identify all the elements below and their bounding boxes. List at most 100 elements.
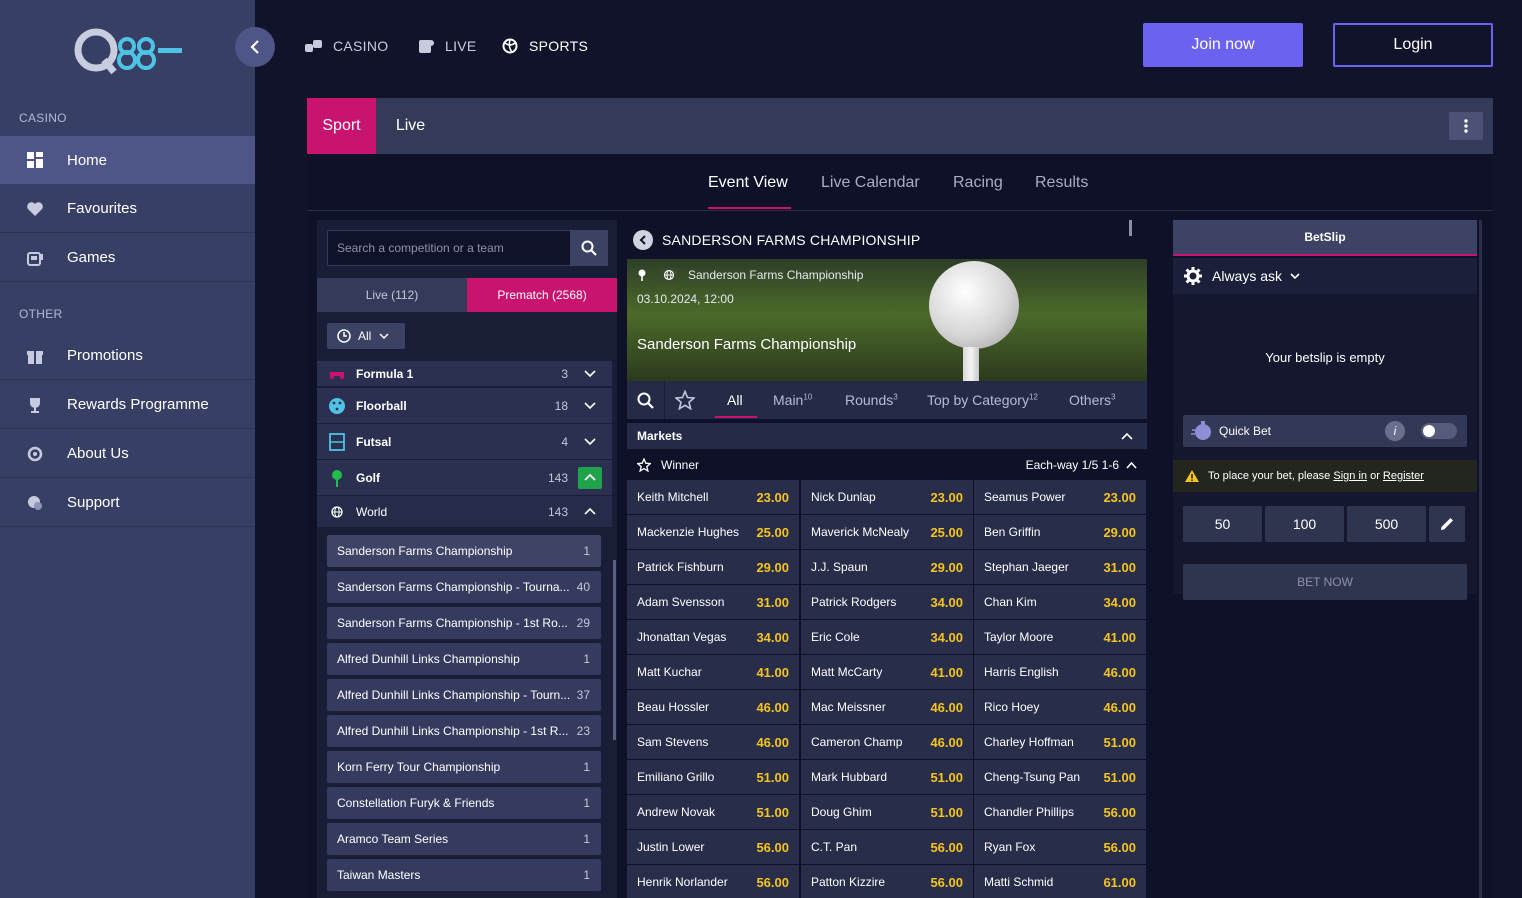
q88-logo[interactable]: [74, 28, 184, 76]
topnav-sports[interactable]: SPORTS: [501, 36, 588, 56]
betslip-tab[interactable]: BetSlip: [1173, 220, 1477, 256]
market-tab-all[interactable]: All: [727, 392, 743, 408]
competition-item[interactable]: Aramco Team Series 1: [327, 823, 601, 855]
odds-selection[interactable]: Charley Hoffman 51.00: [974, 725, 1146, 759]
tab-live-calendar[interactable]: Live Calendar: [821, 174, 920, 192]
star-icon[interactable]: [637, 458, 651, 472]
competition-item[interactable]: Sanderson Farms Championship 1: [327, 535, 601, 567]
topnav-live[interactable]: LIVE: [417, 36, 477, 56]
odds-selection[interactable]: Maverick McNealy 25.00: [801, 515, 973, 549]
odds-selection[interactable]: Ryan Fox 56.00: [974, 830, 1146, 864]
odds-selection[interactable]: Mac Meissner 46.00: [801, 690, 973, 724]
market-tab-top-by-category[interactable]: Top by Category12: [927, 392, 1038, 408]
competition-item[interactable]: Sanderson Farms Championship - Tourna...…: [327, 571, 601, 603]
sport-row-floorball[interactable]: Floorball 18: [317, 388, 612, 424]
odds-selection[interactable]: Doug Ghim 51.00: [801, 795, 973, 829]
stake-50-button[interactable]: 50: [1183, 506, 1262, 542]
odds-selection[interactable]: Matti Schmid 61.00: [974, 865, 1146, 898]
odds-selection[interactable]: Justin Lower 56.00: [627, 830, 799, 864]
sport-row-futsal[interactable]: Futsal 4: [317, 424, 612, 460]
search-button[interactable]: [570, 230, 608, 266]
market-tab-main[interactable]: Main10: [773, 392, 812, 408]
market-search-button[interactable]: [627, 381, 665, 419]
market-tab-rounds[interactable]: Rounds3: [845, 392, 898, 408]
competition-item[interactable]: Alfred Dunhill Links Championship - 1st …: [327, 715, 601, 747]
odds-selection[interactable]: Adam Svensson 31.00: [627, 585, 799, 619]
sidebar-item-support[interactable]: Support: [0, 479, 255, 527]
scrollbar[interactable]: [1479, 220, 1482, 898]
odds-selection[interactable]: Ben Griffin 29.00: [974, 515, 1146, 549]
tab-racing[interactable]: Racing: [953, 174, 1003, 192]
odds-selection[interactable]: Harris English 46.00: [974, 655, 1146, 689]
competition-search-input[interactable]: Search a competition or a team: [327, 230, 571, 266]
odds-selection[interactable]: Andrew Novak 51.00: [627, 795, 799, 829]
odds-selection[interactable]: Henrik Norlander 56.00: [627, 865, 799, 898]
odds-change-dropdown[interactable]: Always ask: [1173, 258, 1477, 294]
odds-selection[interactable]: Beau Hossler 46.00: [627, 690, 799, 724]
edit-stake-button[interactable]: [1429, 506, 1465, 542]
bet-now-button[interactable]: BET NOW: [1183, 564, 1467, 600]
competition-item[interactable]: Constellation Furyk & Friends 1: [327, 787, 601, 819]
stake-500-button[interactable]: 500: [1347, 506, 1426, 542]
odds-selection[interactable]: Nick Dunlap 23.00: [801, 480, 973, 514]
more-options-button[interactable]: [1449, 112, 1483, 140]
odds-selection[interactable]: Seamus Power 23.00: [974, 480, 1146, 514]
odds-selection[interactable]: Mark Hubbard 51.00: [801, 760, 973, 794]
stake-100-button[interactable]: 100: [1265, 506, 1344, 542]
odds-selection[interactable]: Jhonattan Vegas 34.00: [627, 620, 799, 654]
odds-selection[interactable]: C.T. Pan 56.00: [801, 830, 973, 864]
scrollbar[interactable]: [613, 560, 616, 740]
odds-selection[interactable]: Matt McCarty 41.00: [801, 655, 973, 689]
odds-selection[interactable]: Matt Kuchar 41.00: [627, 655, 799, 689]
time-filter-dropdown[interactable]: All: [327, 323, 405, 349]
tab-event-view[interactable]: Event View: [708, 174, 788, 192]
odds-selection[interactable]: Patrick Rodgers 34.00: [801, 585, 973, 619]
odds-selection[interactable]: Patton Kizzire 56.00: [801, 865, 973, 898]
tab-live[interactable]: Live: [376, 98, 445, 154]
sidebar-item-games[interactable]: Games: [0, 234, 255, 282]
competition-item[interactable]: Alfred Dunhill Links Championship - Tour…: [327, 679, 601, 711]
sidebar-item-rewards[interactable]: Rewards Programme: [0, 381, 255, 429]
favourites-star-button[interactable]: [674, 389, 696, 415]
prematch-events-tab[interactable]: Prematch (2568): [467, 278, 617, 312]
quick-bet-toggle[interactable]: [1421, 423, 1457, 439]
odds-selection[interactable]: Mackenzie Hughes 25.00: [627, 515, 799, 549]
odds-selection[interactable]: Cameron Champ 46.00: [801, 725, 973, 759]
login-button[interactable]: Login: [1333, 23, 1493, 67]
odds-selection[interactable]: Chandler Phillips 56.00: [974, 795, 1146, 829]
odds-selection[interactable]: Chan Kim 34.00: [974, 585, 1146, 619]
sport-row-formula1[interactable]: Formula 1 3: [317, 361, 612, 387]
odds-selection[interactable]: Taylor Moore 41.00: [974, 620, 1146, 654]
sidebar-item-home[interactable]: Home: [0, 136, 255, 184]
chevron-up-icon[interactable]: [578, 466, 602, 489]
topnav-casino[interactable]: CASINO: [305, 36, 388, 56]
winner-market-header[interactable]: Winner Each-way 1/5 1-6: [627, 450, 1147, 480]
competition-item[interactable]: Alfred Dunhill Links Championship 1: [327, 643, 601, 675]
odds-selection[interactable]: Rico Hoey 46.00: [974, 690, 1146, 724]
tab-results[interactable]: Results: [1035, 174, 1088, 192]
odds-selection[interactable]: Stephan Jaeger 31.00: [974, 550, 1146, 584]
odds-selection[interactable]: Cheng-Tsung Pan 51.00: [974, 760, 1146, 794]
odds-selection[interactable]: Patrick Fishburn 29.00: [627, 550, 799, 584]
odds-selection[interactable]: Emiliano Grillo 51.00: [627, 760, 799, 794]
sidebar-item-about[interactable]: About Us: [0, 430, 255, 478]
odds-selection[interactable]: J.J. Spaun 29.00: [801, 550, 973, 584]
info-icon[interactable]: i: [1385, 421, 1405, 441]
competition-item[interactable]: Taiwan Masters 1: [327, 859, 601, 891]
competition-item[interactable]: Korn Ferry Tour Championship 1: [327, 751, 601, 783]
odds-selection[interactable]: Keith Mitchell 23.00: [627, 480, 799, 514]
market-tab-others[interactable]: Others3: [1069, 392, 1115, 408]
sport-row-golf[interactable]: Golf 143: [317, 460, 612, 496]
live-events-tab[interactable]: Live (112): [317, 278, 467, 312]
odds-selection[interactable]: Sam Stevens 46.00: [627, 725, 799, 759]
join-now-button[interactable]: Join now: [1143, 23, 1303, 67]
back-button[interactable]: [633, 230, 653, 250]
tab-sport[interactable]: Sport: [307, 98, 376, 154]
odds-selection[interactable]: Eric Cole 34.00: [801, 620, 973, 654]
region-row-world[interactable]: World 143: [317, 496, 612, 528]
scrollbar[interactable]: [1129, 220, 1132, 236]
competition-item[interactable]: Sanderson Farms Championship - 1st Ro...…: [327, 607, 601, 639]
sign-in-link[interactable]: Sign in: [1333, 470, 1367, 482]
sidebar-item-promotions[interactable]: Promotions: [0, 332, 255, 380]
register-link[interactable]: Register: [1383, 470, 1424, 482]
